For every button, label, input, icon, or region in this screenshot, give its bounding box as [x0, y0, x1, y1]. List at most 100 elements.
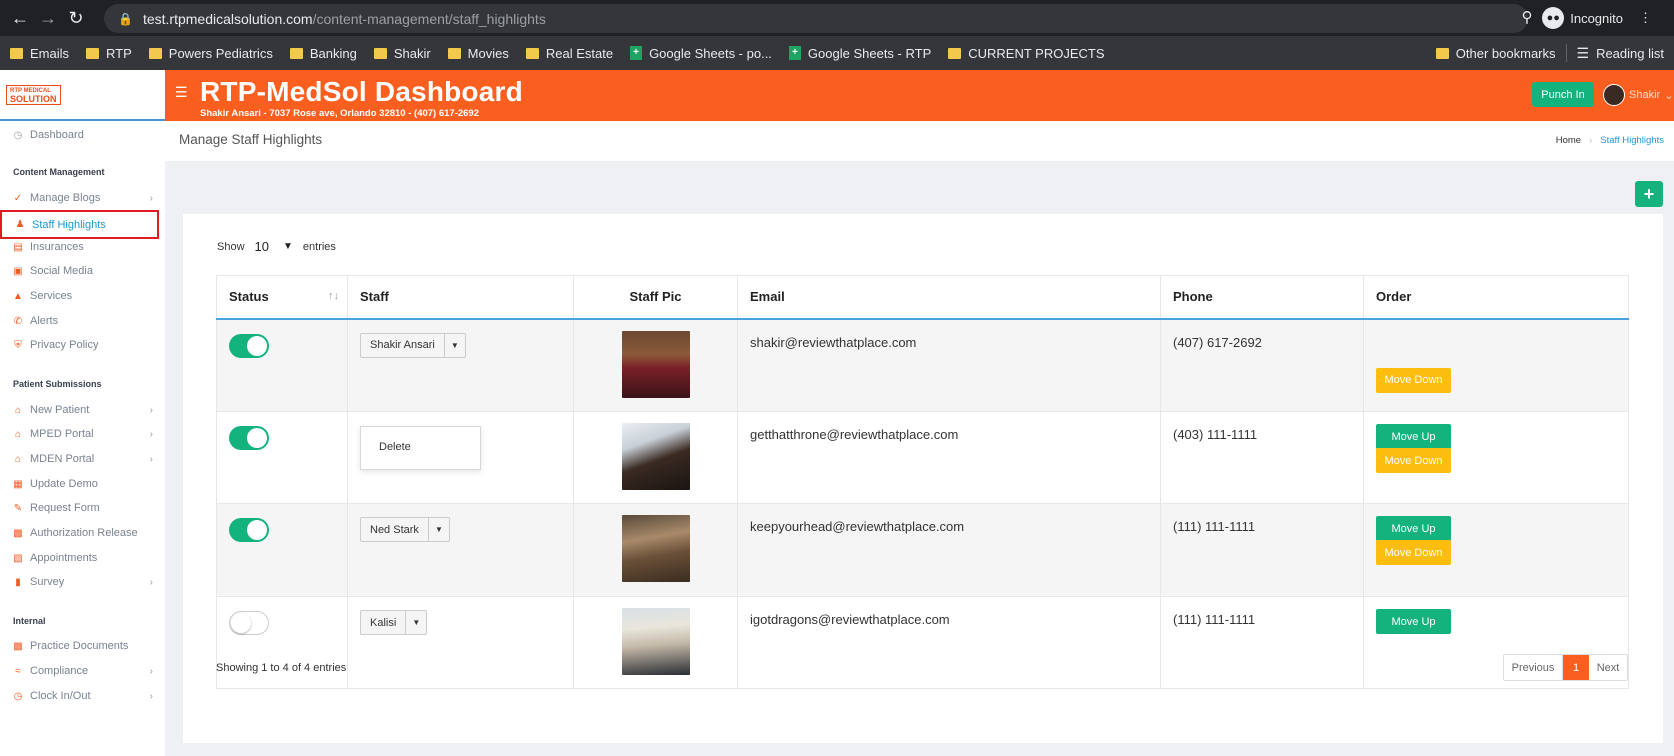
sidebar-item-social-media[interactable]: ▣ Social Media — [0, 259, 165, 283]
caret-down-icon[interactable]: ▼ — [445, 334, 465, 357]
move-up-button[interactable]: Move Up — [1376, 609, 1451, 634]
sidebar-item-compliance[interactable]: ≈ Compliance › — [0, 659, 165, 683]
staff-name[interactable]: Kalisi — [361, 611, 407, 634]
add-staff-button[interactable]: + — [1635, 181, 1663, 207]
other-bookmarks[interactable]: Other bookmarks — [1435, 46, 1556, 61]
user-menu[interactable]: Shakir ⌄ — [1603, 84, 1673, 106]
order-cell: Move Up Move Down — [1363, 503, 1629, 597]
bookmark-banking[interactable]: Banking — [289, 46, 357, 61]
email-cell: getthatthrone@reviewthatplace.com — [737, 411, 1161, 504]
sidebar-item-manage-blogs[interactable]: ✓ Manage Blogs › — [0, 186, 165, 210]
entries-label: entries — [302, 240, 336, 253]
header-label: Email — [750, 289, 785, 305]
sidebar-item-survey[interactable]: ▮ Survey › — [0, 570, 165, 594]
phone-cell: (111) 111-1111 — [1160, 596, 1364, 689]
toggle-knob — [247, 520, 267, 540]
punch-in-button[interactable]: Punch In — [1532, 82, 1594, 107]
incognito-badge[interactable]: ●● Incognito ⋮ — [1542, 6, 1652, 30]
sidebar-item-mped-portal[interactable]: ⌂ MPED Portal › — [0, 422, 165, 446]
delete-menu-item[interactable]: Delete — [379, 441, 411, 453]
bookmark-rtp[interactable]: RTP — [86, 46, 132, 61]
services-icon: ▲ — [13, 290, 23, 302]
column-header-status[interactable]: Status ↑↓ — [216, 275, 348, 320]
sidebar-item-privacy-policy[interactable]: ⛨ Privacy Policy — [0, 333, 165, 357]
folder-icon — [525, 47, 539, 59]
reading-list[interactable]: ☰ Reading list — [1577, 45, 1665, 62]
move-up-button[interactable]: Move Up — [1376, 424, 1451, 449]
staff-action-dropdown[interactable]: Kalisi ▼ — [360, 610, 428, 635]
staff-action-dropdown[interactable]: Ned Stark ▼ — [360, 517, 450, 542]
sidebar-item-request-form[interactable]: ✎ Request Form — [0, 496, 165, 520]
sidebar-item-label: Survey — [30, 576, 65, 588]
column-header-phone[interactable]: Phone — [1160, 275, 1364, 320]
bookmark-google-sheets-po[interactable]: + Google Sheets - po... — [630, 46, 772, 61]
status-cell — [216, 596, 348, 689]
sidebar-item-alerts[interactable]: ✆ Alerts — [0, 309, 165, 333]
show-label: Show — [217, 240, 245, 253]
sidebar-item-practice-documents[interactable]: ▩ Practice Documents — [0, 634, 165, 658]
sidebar-item-insurances[interactable]: ▤ Insurances — [0, 235, 165, 259]
bookmark-label: Powers Pediatrics — [168, 45, 273, 61]
toggle-knob — [247, 428, 267, 448]
staff-name[interactable]: Shakir Ansari — [361, 333, 445, 357]
caret-down-icon[interactable]: ▼ — [429, 518, 449, 541]
status-toggle[interactable] — [229, 518, 269, 542]
column-header-staff[interactable]: Staff — [347, 275, 574, 320]
sidebar-item-clock-in-out[interactable]: ◷ Clock In/Out › — [0, 684, 165, 708]
entries-select[interactable]: 10 ▼ — [251, 239, 297, 254]
chevron-right-icon: › — [149, 665, 153, 677]
forward-icon[interactable]: → — [34, 8, 62, 29]
hamburger-icon[interactable]: ☰ — [175, 84, 188, 101]
sidebar-item-update-demo[interactable]: ▦ Update Demo — [0, 472, 165, 496]
chevron-down-icon: ▼ — [283, 241, 293, 252]
compliance-icon: ≈ — [15, 665, 21, 677]
bookmark-real-estate[interactable]: Real Estate — [525, 46, 613, 61]
sidebar-item-mden-portal[interactable]: ⌂ MDEN Portal › — [0, 447, 165, 471]
sort-icon[interactable]: ↑↓ — [328, 290, 339, 302]
sidebar-section-internal: Internal — [13, 616, 46, 626]
address-bar[interactable]: 🔒 test.rtpmedicalsolution.com/content-ma… — [104, 4, 1528, 33]
staff-name[interactable]: Ned Stark — [361, 518, 429, 541]
lock-icon: 🔒 — [118, 11, 133, 26]
folder-icon — [10, 47, 23, 59]
sidebar-item-authorization-release[interactable]: ▩ Authorization Release — [0, 521, 165, 545]
sidebar-item-appointments[interactable]: ▧ Appointments — [0, 546, 165, 570]
bookmark-label: Google Sheets - RTP — [807, 45, 932, 61]
sidebar-item-new-patient[interactable]: ⌂ New Patient › — [0, 398, 165, 422]
column-header-pic[interactable]: Staff Pic — [573, 275, 738, 320]
bookmark-current-projects[interactable]: CURRENT PROJECTS — [948, 46, 1105, 61]
form-icon: ✎ — [13, 502, 23, 514]
sidebar-item-services[interactable]: ▲ Services — [0, 284, 165, 308]
move-down-button[interactable]: Move Down — [1376, 367, 1451, 393]
pic-cell — [573, 596, 738, 689]
bookmark-movies[interactable]: Movies — [447, 46, 509, 61]
column-header-email[interactable]: Email — [737, 275, 1161, 320]
table-info: Showing 1 to 4 of 4 entries — [216, 662, 347, 674]
menu-icon[interactable]: ⋮ — [1639, 10, 1652, 26]
status-toggle[interactable] — [229, 333, 269, 358]
bookmark-emails[interactable]: Emails — [10, 46, 69, 61]
move-down-button[interactable]: Move Down — [1376, 448, 1451, 473]
move-down-button[interactable]: Move Down — [1376, 540, 1451, 565]
move-up-button[interactable]: Move Up — [1376, 516, 1451, 541]
zoom-icon[interactable]: ⚲ — [1522, 8, 1533, 26]
column-header-order[interactable]: Order — [1363, 275, 1629, 320]
breadcrumb-home[interactable]: Home — [1556, 135, 1581, 146]
status-toggle[interactable] — [229, 611, 269, 635]
reload-icon[interactable]: ↻ — [62, 8, 90, 29]
caret-down-icon[interactable]: ▼ — [406, 611, 426, 634]
logo-container[interactable]: RTP MEDICAL SOLUTION — [0, 70, 165, 121]
back-icon[interactable]: ← — [6, 8, 34, 29]
status-toggle[interactable] — [229, 426, 269, 450]
bookmark-shakir[interactable]: Shakir — [373, 46, 431, 61]
sidebar-section-content: Content Management — [13, 167, 105, 177]
sidebar-item-dashboard[interactable]: ◷ Dashboard — [0, 123, 165, 147]
staff-cell: Shakir Ansari ▼ — [347, 318, 574, 412]
staff-action-dropdown[interactable]: Shakir Ansari ▼ — [360, 332, 466, 358]
pagination-next[interactable]: Next — [1589, 655, 1627, 680]
bookmark-powers-pediatrics[interactable]: Powers Pediatrics — [148, 45, 273, 61]
pagination-page-1[interactable]: 1 — [1563, 655, 1589, 680]
pagination-previous[interactable]: Previous — [1504, 655, 1563, 680]
sidebar-item-label: MDEN Portal — [30, 453, 95, 465]
bookmark-google-sheets-rtp[interactable]: + Google Sheets - RTP — [788, 45, 932, 61]
